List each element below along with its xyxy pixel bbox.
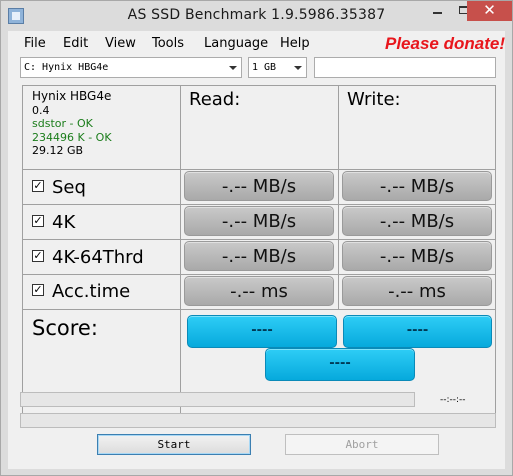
test-label-acc-time: Acc.time bbox=[52, 281, 131, 302]
test-label-4k: 4K bbox=[52, 212, 76, 233]
drive-name: Hynix HBG4e bbox=[32, 89, 112, 103]
minimize-button[interactable] bbox=[424, 1, 450, 21]
score-write-button: ---- bbox=[343, 315, 492, 348]
title-bar[interactable]: AS SSD Benchmark 1.9.5986.35387 ✕ bbox=[1, 1, 512, 31]
4k-read-result: -.-- MB/s bbox=[184, 206, 334, 236]
grid-divider-label bbox=[180, 85, 181, 417]
chevron-down-icon[interactable] bbox=[224, 58, 241, 77]
score-label: Score: bbox=[32, 316, 98, 340]
grid-left-border bbox=[22, 85, 23, 417]
size-select-value: 1 GB bbox=[252, 62, 277, 73]
menu-edit[interactable]: Edit bbox=[63, 36, 88, 51]
drive-select-value: C: Hynix HBG4e bbox=[24, 62, 109, 73]
test-label-4k-64thrd: 4K-64Thrd bbox=[52, 247, 144, 268]
test-row-4k-64thrd[interactable]: ✓ 4K-64Thrd bbox=[32, 247, 144, 268]
close-button[interactable]: ✕ bbox=[467, 1, 512, 21]
minimize-icon bbox=[432, 12, 442, 14]
test-row-acc-time[interactable]: ✓ Acc.time bbox=[32, 281, 130, 302]
extra-input[interactable] bbox=[314, 57, 496, 78]
grid-row-line bbox=[22, 169, 496, 170]
grid-right-border bbox=[495, 85, 496, 417]
client-area: File Edit View Tools Language Help Pleas… bbox=[8, 31, 505, 469]
grid-row-line bbox=[22, 239, 496, 240]
grid-divider-readwrite bbox=[338, 85, 339, 310]
test-row-seq[interactable]: ✓ Seq bbox=[32, 177, 86, 198]
donate-link[interactable]: Please donate! bbox=[385, 34, 505, 54]
score-read-button: ---- bbox=[187, 315, 337, 348]
menu-file[interactable]: File bbox=[24, 36, 46, 51]
menu-bar: File Edit View Tools Language Help Pleas… bbox=[8, 31, 505, 55]
menu-language[interactable]: Language bbox=[204, 36, 268, 51]
elapsed-timer: --:--:-- bbox=[440, 395, 466, 405]
acc-time-write-result: -.-- ms bbox=[342, 276, 492, 306]
grid-row-line bbox=[22, 204, 496, 205]
score-total-button: ---- bbox=[265, 348, 415, 381]
acc-time-read-result: -.-- ms bbox=[184, 276, 334, 306]
test-row-4k[interactable]: ✓ 4K bbox=[32, 212, 75, 233]
checkbox-4k[interactable]: ✓ bbox=[32, 215, 44, 227]
drive-alignment-status: 234496 K - OK bbox=[32, 130, 112, 144]
drive-select[interactable]: C: Hynix HBG4e bbox=[20, 57, 242, 78]
menu-tools[interactable]: Tools bbox=[152, 36, 184, 51]
drive-info: Hynix HBG4e 0.4 sdstor - OK 234496 K - O… bbox=[32, 89, 112, 158]
test-label-seq: Seq bbox=[52, 177, 86, 198]
drive-driver-status: sdstor - OK bbox=[32, 117, 93, 130]
app-window: AS SSD Benchmark 1.9.5986.35387 ✕ File E… bbox=[0, 0, 513, 476]
menu-help[interactable]: Help bbox=[280, 36, 310, 51]
4k-write-result: -.-- MB/s bbox=[342, 206, 492, 236]
drive-firmware: 0.4 bbox=[32, 103, 50, 117]
checkbox-4k-64thrd[interactable]: ✓ bbox=[32, 250, 44, 262]
seq-read-result: -.-- MB/s bbox=[184, 171, 334, 201]
read-column-header: Read: bbox=[189, 89, 241, 110]
4k-64thrd-write-result: -.-- MB/s bbox=[342, 241, 492, 271]
abort-button[interactable]: Abort bbox=[285, 434, 439, 455]
grid-top-border bbox=[22, 85, 496, 86]
progress-bar-secondary bbox=[20, 413, 496, 428]
drive-capacity: 29.12 GB bbox=[32, 144, 84, 157]
close-icon: ✕ bbox=[483, 1, 496, 19]
chevron-down-icon[interactable] bbox=[289, 58, 306, 77]
seq-write-result: -.-- MB/s bbox=[342, 171, 492, 201]
start-button[interactable]: Start bbox=[97, 434, 251, 455]
grid-row-line bbox=[22, 274, 496, 275]
grid-row-line bbox=[22, 309, 496, 310]
progress-bar-primary bbox=[20, 392, 415, 407]
checkbox-seq[interactable]: ✓ bbox=[32, 180, 44, 192]
write-column-header: Write: bbox=[347, 89, 401, 110]
4k-64thrd-read-result: -.-- MB/s bbox=[184, 241, 334, 271]
checkbox-acc-time[interactable]: ✓ bbox=[32, 284, 44, 296]
size-select[interactable]: 1 GB bbox=[248, 57, 307, 78]
menu-view[interactable]: View bbox=[105, 36, 136, 51]
